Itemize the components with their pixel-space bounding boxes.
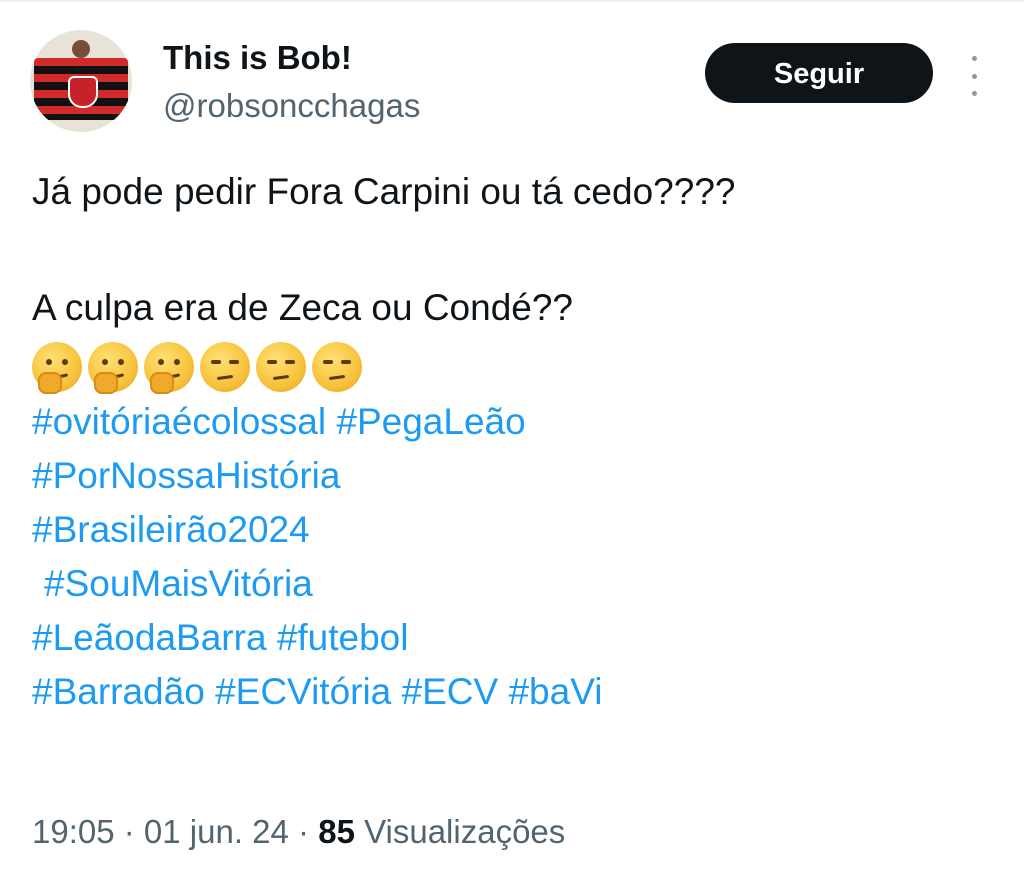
views-label: Visualizações: [364, 813, 566, 850]
tweet-meta: 19:05 · 01 jun. 24 · 85 Visualizações: [32, 810, 565, 854]
hashtag-link[interactable]: #ovitóriaécolossal: [32, 401, 326, 442]
more-vertical-icon[interactable]: [964, 54, 984, 98]
avatar-person-head: [72, 40, 90, 58]
avatar-club-crest: [68, 76, 98, 108]
hashtag-line: #Barradão #ECVitória #ECV #baVi: [32, 665, 992, 719]
tweet-text-line: A culpa era de Zeca ou Condé??: [32, 287, 573, 328]
hashtag-link[interactable]: #ECV: [402, 671, 499, 712]
more-dot: [971, 56, 977, 61]
thinking-face-icon: [32, 342, 82, 394]
views-count: 85: [318, 813, 355, 850]
thinking-face-icon: [88, 342, 138, 394]
meta-separator: ·: [288, 813, 319, 850]
avatar[interactable]: [30, 30, 132, 132]
follow-button[interactable]: Seguir: [705, 43, 933, 103]
hashtag-line: #ovitóriaécolossal #PegaLeão: [32, 395, 992, 449]
hashtag-link[interactable]: #PorNossaHistória: [32, 455, 340, 496]
author-name[interactable]: This is Bob!: [163, 38, 352, 78]
thinking-face-icon: [144, 342, 194, 394]
hashtag-line: #PorNossaHistória: [32, 449, 992, 503]
tweet-body: Já pode pedir Fora Carpini ou tá cedo???…: [32, 163, 992, 719]
unamused-face-icon: [200, 342, 250, 392]
top-divider: [0, 0, 1024, 2]
hashtag-link[interactable]: #Barradão: [32, 671, 205, 712]
more-dot: [971, 91, 977, 96]
hashtag-link[interactable]: #ECVitória: [215, 671, 391, 712]
emoji-row: [32, 339, 992, 395]
hashtag-link[interactable]: #SouMaisVitória: [44, 563, 313, 604]
unamused-face-icon: [312, 342, 362, 392]
hashtag-link[interactable]: #futebol: [277, 617, 409, 658]
hashtag-link[interactable]: #baVi: [508, 671, 602, 712]
unamused-face-icon: [256, 342, 306, 392]
tweet-time[interactable]: 19:05: [32, 813, 115, 850]
hashtag-line: #Brasileirão2024: [32, 503, 992, 557]
hashtag-line: #SouMaisVitória: [32, 557, 992, 611]
hashtag-link[interactable]: #Brasileirão2024: [32, 509, 310, 550]
hashtag-link[interactable]: #LeãodaBarra: [32, 617, 267, 658]
more-dot: [971, 73, 977, 79]
tweet-text-line: Já pode pedir Fora Carpini ou tá cedo???…: [32, 171, 736, 212]
tweet-header: This is Bob! @robsoncchagas Seguir: [30, 30, 1000, 140]
hashtag-link[interactable]: #PegaLeão: [336, 401, 525, 442]
hashtag-line: #LeãodaBarra #futebol: [32, 611, 992, 665]
meta-separator: ·: [114, 813, 144, 850]
tweet-date[interactable]: 01 jun. 24: [144, 813, 289, 850]
author-handle[interactable]: @robsoncchagas: [163, 86, 420, 126]
hashtags: #ovitóriaécolossal #PegaLeão #PorNossaHi…: [32, 395, 992, 719]
